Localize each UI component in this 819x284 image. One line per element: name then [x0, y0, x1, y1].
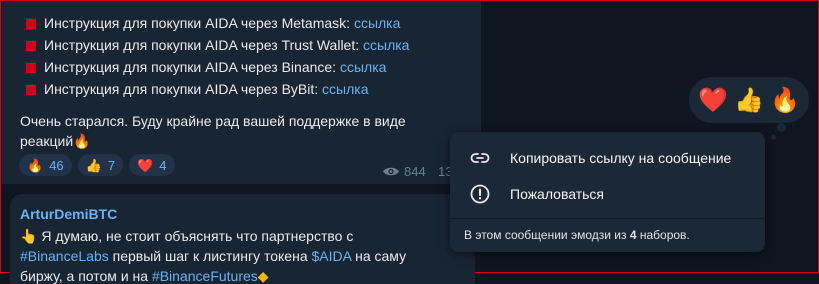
copy-link-label: Копировать ссылку на сообщение — [510, 150, 732, 166]
report-menu-item[interactable]: Пожаловаться — [450, 176, 765, 212]
reaction-count: 7 — [107, 157, 116, 173]
reactions-bar: 🔥 46 👍 7 ❤️ 4 — [19, 154, 175, 176]
instruction-line-2: Инструкция для покупки AIDA через Trust … — [26, 35, 409, 55]
reaction-count: 4 — [159, 157, 167, 173]
fire-emoji: 🔥 — [73, 133, 91, 149]
channel-post: Инструкция для покупки AIDA через Metama… — [2, 1, 481, 184]
eye-icon — [383, 167, 399, 176]
instruction-line-1: Инструкция для покупки AIDA через Metama… — [26, 13, 400, 33]
pointing-up-emoji: 👆 — [20, 228, 38, 244]
post-body-line-2: реакций🔥 — [20, 133, 91, 149]
reaction-heart[interactable]: ❤️ 4 — [129, 154, 175, 176]
report-label: Пожаловаться — [510, 186, 605, 202]
hashtag-binancelabs[interactable]: #BinanceLabs — [20, 248, 109, 264]
instruction-link-1[interactable]: ссылка — [354, 15, 400, 31]
reaction-fire[interactable]: 🔥 46 — [19, 154, 72, 176]
thumbs-up-emoji[interactable]: 👍 — [734, 86, 764, 115]
context-menu: Копировать ссылку на сообщение Пожаловат… — [450, 132, 765, 252]
instruction-line-4: Инструкция для покупки AIDA через ByBit:… — [26, 79, 369, 99]
post-body-line-1: Очень старался. Буду крайне рад вашей по… — [20, 113, 406, 129]
fire-emoji[interactable]: 🔥 — [770, 86, 800, 115]
instruction-line-3: Инструкция для покупки AIDA через Binanc… — [26, 57, 386, 77]
bullet-square-icon — [26, 63, 36, 73]
instruction-link-2[interactable]: ссылка — [363, 37, 409, 53]
picker-bubble-tail — [777, 123, 786, 132]
cashtag-aida[interactable]: $AIDA — [312, 248, 352, 264]
bullet-square-icon — [26, 41, 36, 51]
thumbs-up-emoji: 👍 — [85, 157, 102, 173]
binance-emoji-icon: ◆ — [257, 268, 269, 284]
comment-author[interactable]: ArturDemiBTC — [20, 206, 117, 222]
bullet-square-icon — [26, 19, 36, 29]
picker-bubble-tail-small — [771, 135, 776, 140]
instruction-link-3[interactable]: ссылка — [340, 59, 386, 75]
fire-emoji: 🔥 — [27, 157, 44, 173]
menu-divider — [450, 218, 765, 219]
comment-line-1: 👆 Я думаю, не стоит объяснять что партне… — [20, 228, 354, 244]
copy-link-menu-item[interactable]: Копировать ссылку на сообщение — [450, 140, 765, 176]
link-icon — [470, 153, 490, 163]
comment-message: ArturDemiBTC 👆 Я думаю, не стоит объясня… — [10, 194, 475, 284]
view-count: 844 — [382, 164, 426, 179]
hashtag-binancefutures[interactable]: #BinanceFutures — [152, 268, 258, 284]
report-icon — [470, 184, 490, 204]
bullet-square-icon — [26, 85, 36, 95]
heart-emoji[interactable]: ❤️ — [698, 86, 728, 115]
comment-line-2: #BinanceLabs первый шаг к листингу токен… — [20, 248, 407, 264]
emoji-sets-info[interactable]: В этом сообщении эмодзи из 4 наборов. — [464, 228, 690, 242]
reaction-thumbs-up[interactable]: 👍 7 — [77, 154, 124, 176]
reaction-count: 46 — [49, 157, 64, 173]
instruction-link-4[interactable]: ссылка — [322, 81, 368, 97]
reaction-picker: ❤️ 👍 🔥 — [689, 77, 809, 123]
heart-emoji: ❤️ — [137, 157, 154, 173]
comment-line-3: биржу, а потом и на #BinanceFutures◆ — [20, 268, 269, 284]
